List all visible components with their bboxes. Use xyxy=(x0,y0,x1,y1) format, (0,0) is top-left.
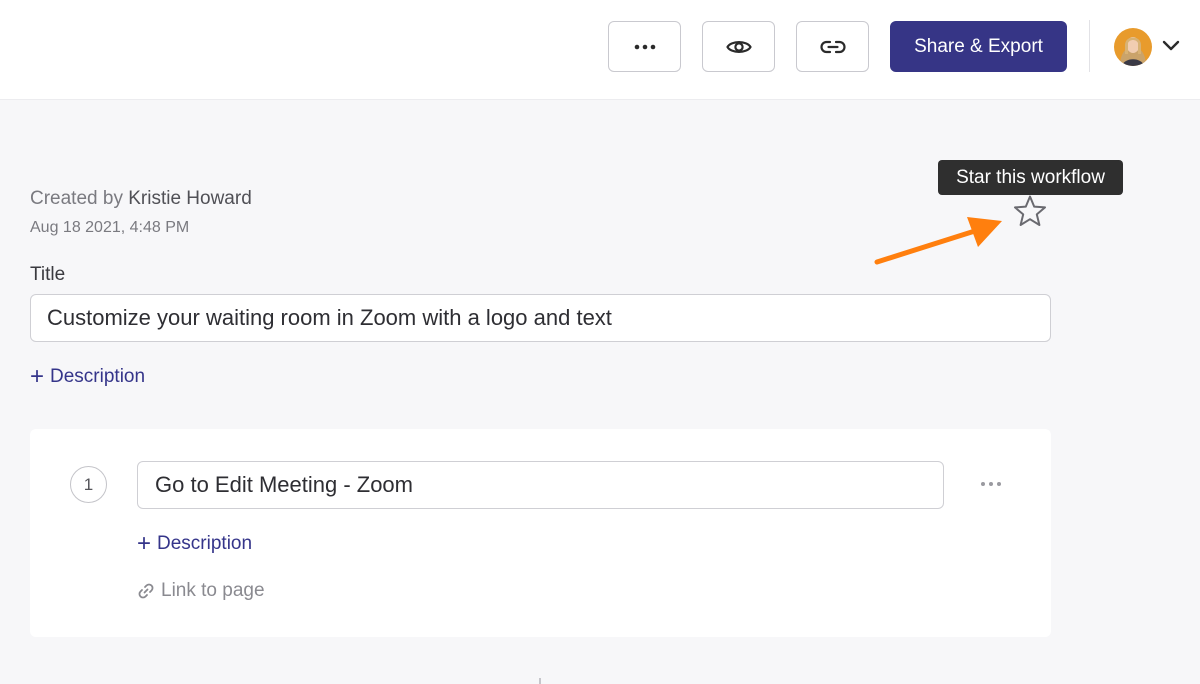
header-divider xyxy=(1089,20,1090,72)
link-to-page-button[interactable]: Link to page xyxy=(137,580,265,602)
preview-button[interactable] xyxy=(702,21,775,72)
avatar[interactable] xyxy=(1114,28,1152,66)
link-to-page-label: Link to page xyxy=(161,580,265,601)
step-add-description-button[interactable]: + Description xyxy=(137,532,252,556)
annotation-arrow xyxy=(874,217,1002,265)
top-bar: Share & Export xyxy=(0,0,1200,100)
plus-icon: + xyxy=(137,530,152,557)
created-prefix: Created by xyxy=(30,188,123,209)
link-icon xyxy=(819,40,846,53)
star-outline-icon xyxy=(1014,195,1046,226)
title-label: Title xyxy=(30,264,66,285)
link-icon xyxy=(138,583,154,599)
step-more-button[interactable] xyxy=(978,476,1006,492)
add-description-label: Description xyxy=(50,366,146,387)
more-horizontal-icon xyxy=(634,44,655,49)
copy-link-button[interactable] xyxy=(796,21,869,72)
created-date: Aug 18 2021, 4:48 PM xyxy=(30,219,190,236)
account-menu-toggle[interactable] xyxy=(1161,38,1181,54)
step-add-description-label: Description xyxy=(157,533,253,554)
author-name: Kristie Howard xyxy=(128,188,252,209)
title-input[interactable]: Customize your waiting room in Zoom with… xyxy=(30,294,1051,342)
plus-icon: + xyxy=(30,363,45,390)
chevron-down-icon xyxy=(1162,40,1180,51)
created-by: Created by Kristie Howard xyxy=(30,188,252,210)
step-title-input[interactable]: Go to Edit Meeting - Zoom xyxy=(137,461,944,509)
step-number: 1 xyxy=(70,466,107,503)
more-options-button[interactable] xyxy=(608,21,681,72)
eye-icon xyxy=(725,40,752,53)
share-export-button[interactable]: Share & Export xyxy=(890,21,1067,72)
more-horizontal-icon xyxy=(981,482,1001,486)
avatar-image xyxy=(1114,28,1152,66)
star-tooltip: Star this workflow xyxy=(938,160,1123,195)
divider-tick xyxy=(539,678,541,684)
add-description-button[interactable]: + Description xyxy=(30,365,145,389)
step-card: 1 Go to Edit Meeting - Zoom + Descriptio… xyxy=(30,429,1051,637)
star-button[interactable] xyxy=(1012,194,1048,228)
